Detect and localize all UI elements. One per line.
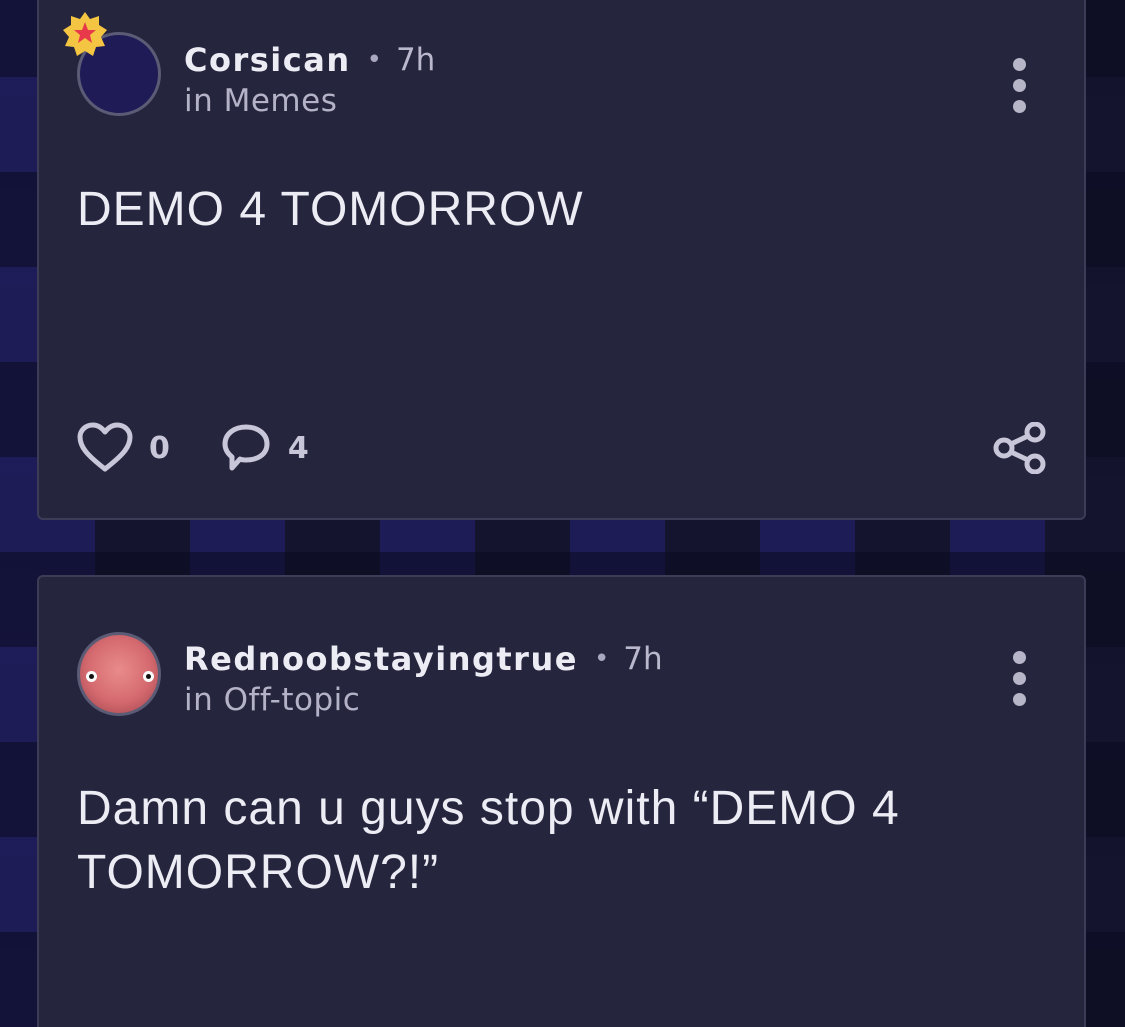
post-body: DEMO 4 TOMORROW [77,183,584,236]
post-meta: Rednoobstayingtrue • 7h in Off-topic [184,639,663,721]
post-meta: Corsican • 7h in Memes [184,40,435,122]
post-time: 7h [623,641,663,677]
star-badge-icon [63,12,107,56]
heart-icon [77,422,133,472]
more-vertical-icon[interactable] [1004,643,1034,713]
post-card[interactable]: Rednoobstayingtrue • 7h in Off-topic Dam… [37,575,1086,1027]
author-name[interactable]: Rednoobstayingtrue [184,639,578,679]
comment-button[interactable]: 4 [220,422,309,474]
more-vertical-icon[interactable] [1004,50,1034,120]
separator-dot: • [593,644,610,674]
share-icon [993,422,1046,474]
post-time: 7h [395,42,436,78]
post-card[interactable]: Corsican • 7h in Memes DEMO 4 TOMORROW 0… [37,0,1086,520]
avatar[interactable] [77,632,161,716]
author-name[interactable]: Corsican [184,40,351,80]
like-button[interactable]: 0 [77,422,170,474]
like-count: 0 [149,430,170,466]
post-channel[interactable]: in Off-topic [184,679,663,721]
share-button[interactable] [992,422,1048,474]
separator-dot: • [366,45,382,75]
comment-count: 4 [287,430,309,466]
post-channel[interactable]: in Memes [184,80,435,122]
post-body: Damn can u guys stop with “DEMO 4 TOMORR… [77,782,900,899]
author-avatar-wrap[interactable] [63,12,165,120]
post-actions: 0 4 [77,420,1048,476]
author-avatar-wrap[interactable] [77,632,165,720]
comment-icon [222,424,270,471]
